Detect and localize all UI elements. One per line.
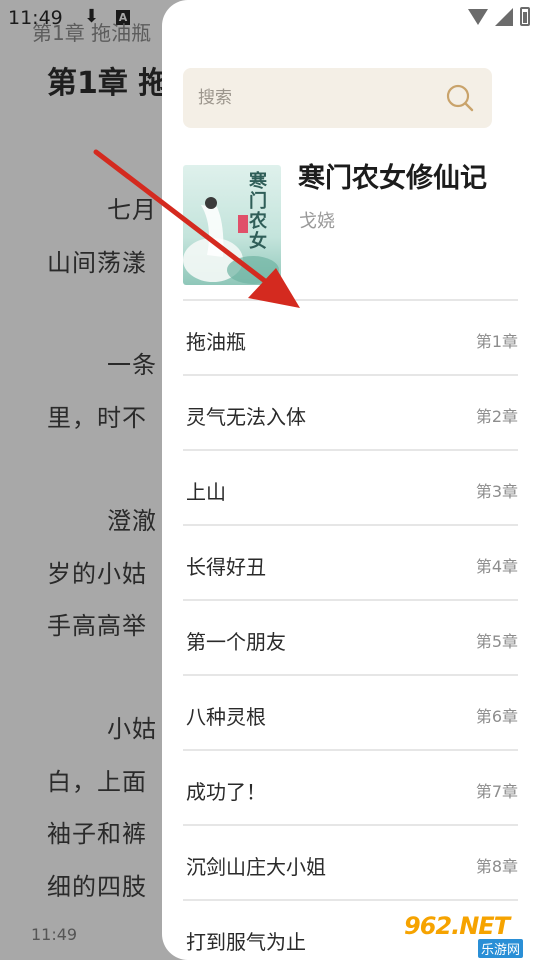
reader-line: 小姑: [107, 715, 157, 743]
book-title: 寒门农女修仙记: [298, 163, 487, 194]
chapter-item[interactable]: 拖油瓶 第1章: [183, 301, 518, 376]
reader-line: 七月: [107, 196, 157, 224]
chapter-number: 第7章: [475, 782, 518, 801]
reader-line: 山间荡漾: [47, 249, 147, 277]
chapter-item[interactable]: 上山 第3章: [183, 451, 518, 526]
chapter-list: 拖油瓶 第1章 灵气无法入体 第2章 上山 第3章 长得好丑 第4章 第一个朋友…: [183, 301, 518, 960]
chapter-item[interactable]: 灵气无法入体 第2章: [183, 376, 518, 451]
watermark-subtext: 乐游网: [478, 939, 524, 958]
chapter-number: 第2章: [475, 407, 518, 426]
chapter-title: 八种灵根: [186, 705, 266, 729]
chapter-number: 第8章: [475, 857, 518, 876]
toc-drawer: 寒 门 农 女 寒门农女修仙记 戈娆 拖油瓶 第1章 灵气无法入体 第2章 上山…: [162, 0, 540, 960]
book-cover[interactable]: 寒 门 农 女: [183, 165, 281, 285]
reader-bottom-time: 11:49: [31, 925, 78, 944]
search-box[interactable]: [183, 68, 492, 128]
chapter-title: 上山: [186, 480, 226, 504]
reader-line: 岁的小姑: [47, 560, 147, 588]
reader-line: 里，时不: [47, 404, 147, 432]
watermark-text: 962.NET: [404, 912, 510, 940]
book-cover-art: 寒 门 农 女: [183, 165, 281, 285]
svg-text:门: 门: [249, 190, 267, 212]
chapter-title: 长得好丑: [186, 555, 266, 579]
chapter-title: 拖油瓶: [186, 330, 246, 354]
reader-line: 澄澈: [107, 507, 157, 535]
chapter-title: 成功了！: [186, 780, 266, 804]
battery-icon: [520, 7, 530, 26]
wifi-icon: [468, 8, 488, 25]
status-icons: [468, 7, 530, 26]
svg-text:女: 女: [249, 230, 267, 252]
chapter-title: 灵气无法入体: [186, 405, 306, 429]
reader-line: 手高高举: [47, 612, 147, 640]
chapter-number: 第4章: [475, 557, 518, 576]
chapter-item[interactable]: 沉剑山庄大小姐 第8章: [183, 826, 518, 901]
search-icon[interactable]: [446, 84, 474, 112]
chapter-number: 第3章: [475, 482, 518, 501]
chapter-item[interactable]: 八种灵根 第6章: [183, 676, 518, 751]
search-input[interactable]: [198, 85, 438, 111]
svg-text:寒: 寒: [248, 170, 268, 192]
reader-line: 细的四肢: [47, 873, 147, 901]
reader-line: 白，上面: [47, 768, 147, 796]
chapter-number: 第6章: [475, 707, 518, 726]
chapter-number: 第5章: [475, 632, 518, 651]
reader-line: 袖子和裤: [47, 820, 147, 848]
chapter-title: 沉剑山庄大小姐: [186, 855, 326, 879]
svg-text:农: 农: [248, 210, 267, 232]
chapter-title: 第一个朋友: [186, 630, 286, 654]
chapter-item[interactable]: 长得好丑 第4章: [183, 526, 518, 601]
chapter-heading: 第1章 拖: [47, 66, 169, 101]
book-author: 戈娆: [299, 211, 335, 232]
chapter-item[interactable]: 第一个朋友 第5章: [183, 601, 518, 676]
reader-line: 一条: [107, 351, 157, 379]
chapter-title: 打到服气为止: [186, 930, 306, 954]
chapter-number: 第1章: [475, 332, 518, 351]
watermark-logo: 962.NET 乐游网: [400, 910, 540, 960]
signal-icon: [495, 7, 513, 26]
running-title: 第1章 拖油瓶: [32, 21, 152, 45]
chapter-item[interactable]: 成功了！ 第7章: [183, 751, 518, 826]
